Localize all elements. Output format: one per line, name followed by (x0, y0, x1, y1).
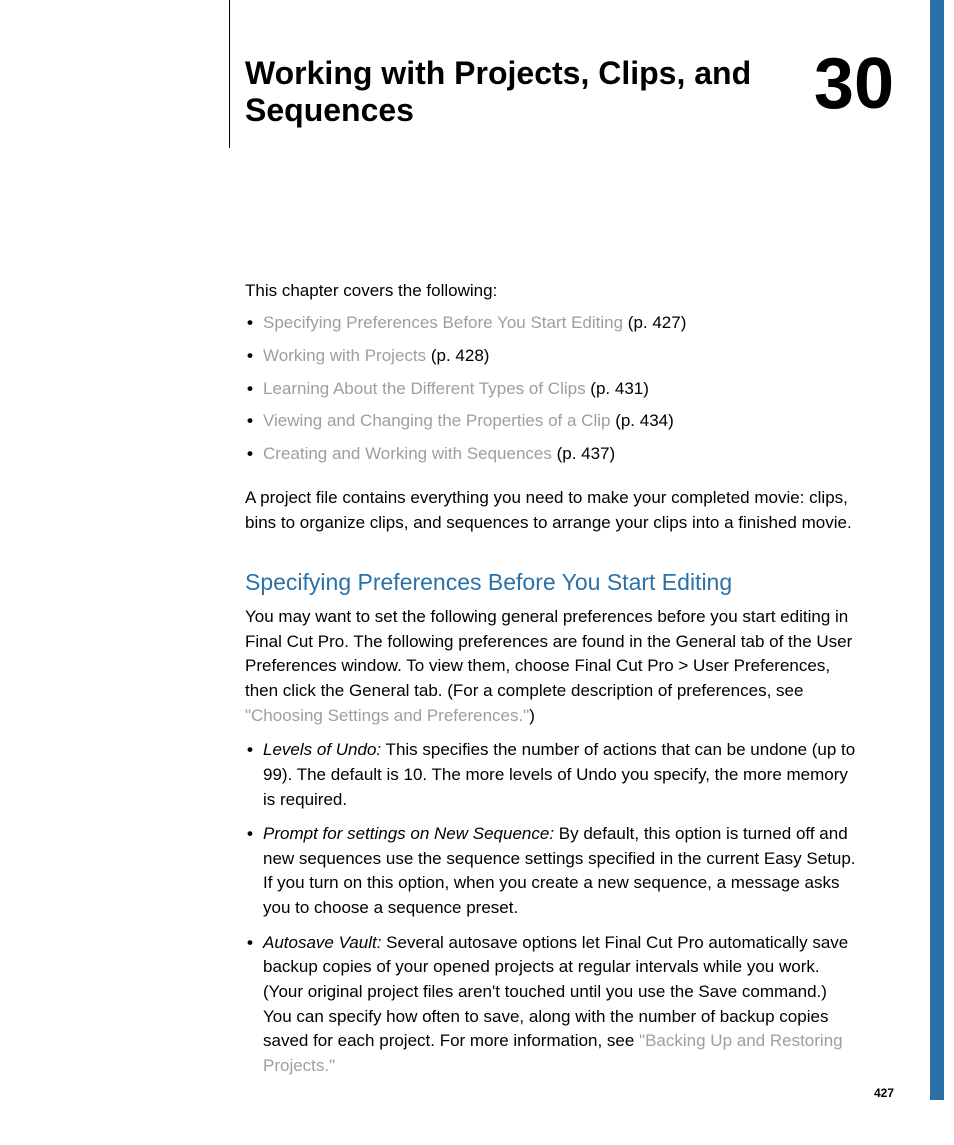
preference-list: Levels of Undo: This specifies the numbe… (245, 738, 859, 1078)
toc-link[interactable]: Learning About the Different Types of Cl… (263, 379, 586, 398)
toc-link[interactable]: Working with Projects (263, 346, 426, 365)
toc-item: Creating and Working with Sequences (p. … (245, 442, 859, 467)
chapter-title: Working with Projects, Clips, and Sequen… (55, 55, 765, 129)
term-label: Autosave Vault: (263, 933, 381, 952)
toc-page: (p. 434) (610, 411, 673, 430)
term-label: Prompt for settings on New Sequence: (263, 824, 554, 843)
toc-link[interactable]: Creating and Working with Sequences (263, 444, 552, 463)
section-paragraph: You may want to set the following genera… (245, 605, 859, 728)
chapter-header: Working with Projects, Clips, and Sequen… (55, 55, 899, 129)
toc-page: (p. 427) (623, 313, 686, 332)
cross-reference-link[interactable]: "Choosing Settings and Preferences." (245, 706, 529, 725)
chapter-number: 30 (814, 48, 894, 120)
toc-item: Specifying Preferences Before You Start … (245, 311, 859, 336)
section-heading: Specifying Preferences Before You Start … (245, 566, 859, 599)
header-divider (229, 0, 230, 148)
document-page: Working with Projects, Clips, and Sequen… (0, 0, 954, 1145)
toc-item: Working with Projects (p. 428) (245, 344, 859, 369)
content-area: This chapter covers the following: Speci… (245, 279, 859, 1079)
term-label: Levels of Undo: (263, 740, 381, 759)
section-text: You may want to set the following genera… (245, 607, 852, 700)
intro-text: This chapter covers the following: (245, 279, 859, 304)
list-item: Prompt for settings on New Sequence: By … (245, 822, 859, 921)
toc-item: Learning About the Different Types of Cl… (245, 377, 859, 402)
section-text-after: ) (529, 706, 535, 725)
toc-page: (p. 437) (552, 444, 615, 463)
overview-paragraph: A project file contains everything you n… (245, 486, 859, 535)
toc-list: Specifying Preferences Before You Start … (245, 311, 859, 466)
toc-page: (p. 431) (586, 379, 649, 398)
page-number: 427 (874, 1086, 894, 1100)
toc-page: (p. 428) (426, 346, 489, 365)
toc-link[interactable]: Viewing and Changing the Properties of a… (263, 411, 610, 430)
toc-link[interactable]: Specifying Preferences Before You Start … (263, 313, 623, 332)
list-item: Autosave Vault: Several autosave options… (245, 931, 859, 1079)
right-color-bar (930, 0, 944, 1100)
toc-item: Viewing and Changing the Properties of a… (245, 409, 859, 434)
list-item: Levels of Undo: This specifies the numbe… (245, 738, 859, 812)
